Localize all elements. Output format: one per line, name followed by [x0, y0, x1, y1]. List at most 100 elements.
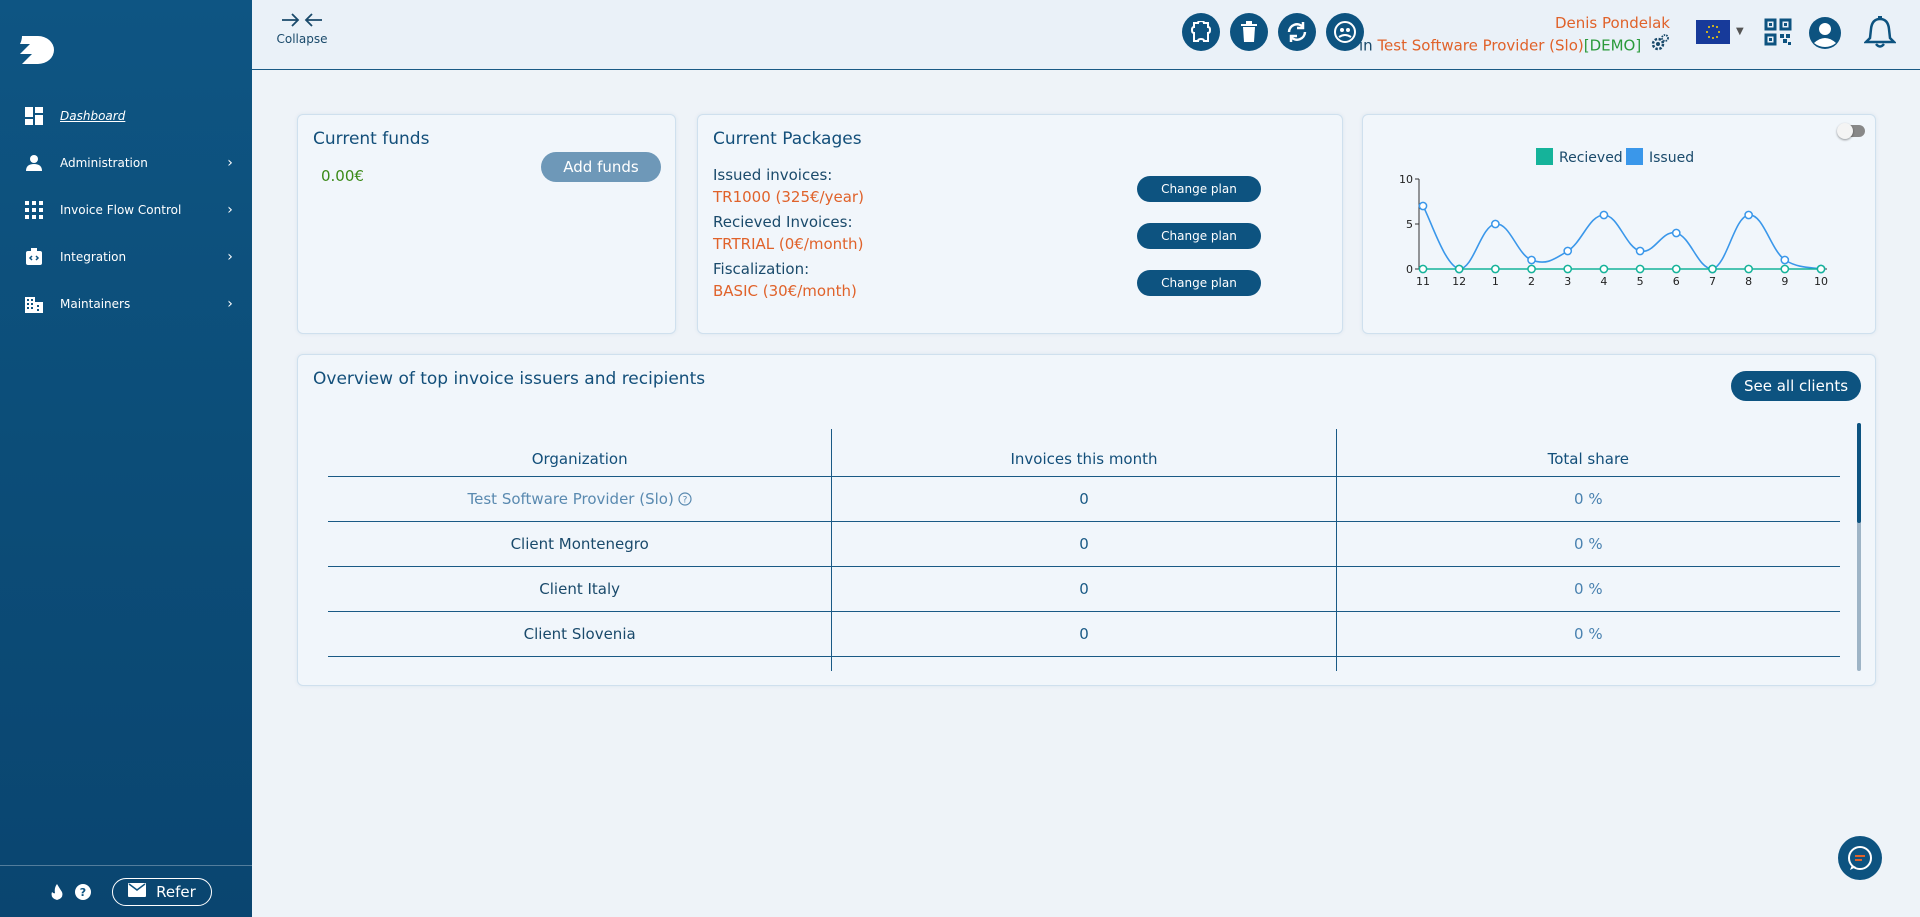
qr-code-icon[interactable] [1764, 18, 1792, 50]
sync-icon[interactable] [1278, 13, 1316, 51]
package-value-fiscalization: BASIC (30€/month) [713, 282, 857, 300]
table-row[interactable]: Client Montenegro 0 0 % [328, 522, 1840, 567]
table-row[interactable]: Client Italy 0 0 % [328, 567, 1840, 612]
sidebar-item-label: Invoice Flow Control [60, 202, 182, 217]
notification-bell-icon[interactable] [1862, 16, 1898, 54]
mail-icon [128, 882, 147, 901]
sidebar-item-maintainers[interactable]: Maintainers › [0, 280, 252, 327]
sidebar-item-integration[interactable]: Integration › [0, 233, 252, 280]
change-plan-button-fiscalization[interactable]: Change plan [1137, 270, 1261, 296]
org-prefix: in [1358, 36, 1373, 55]
table-scrollbar[interactable] [1857, 423, 1861, 671]
data-point-recieved [1708, 264, 1717, 274]
invoices-cell: 0 [832, 522, 1337, 566]
collapse-button[interactable]: Collapse [272, 10, 332, 46]
data-point-issued [1491, 219, 1500, 229]
top-clients-table: Organization Invoices this month Total s… [328, 429, 1840, 671]
x-tick-label: 12 [1452, 275, 1466, 288]
grid-icon [24, 200, 44, 220]
data-point-recieved [1491, 264, 1500, 274]
package-label-issued: Issued invoices: [713, 166, 833, 184]
add-funds-button[interactable]: Add funds [541, 152, 661, 182]
invoices-cell: 0 [832, 477, 1337, 521]
data-point-recieved [1563, 264, 1573, 274]
chevron-down-icon[interactable]: ▼ [1736, 26, 1744, 37]
building-icon [24, 294, 44, 314]
package-label-fiscalization: Fiscalization: [713, 260, 810, 278]
org-cell: Client Montenegro [328, 522, 833, 566]
current-packages-card: Current Packages Issued invoices: TR1000… [697, 114, 1343, 334]
column-header-invoices[interactable]: Invoices this month [832, 429, 1337, 476]
organization-name[interactable]: Test Software Provider (Slo) [1377, 37, 1583, 55]
x-tick-label: 7 [1709, 275, 1716, 288]
organization-line: in Test Software Provider (Slo)[DEMO] [1359, 34, 1670, 58]
data-point-issued [1744, 210, 1753, 220]
sidebar-item-administration[interactable]: Administration › [0, 139, 252, 186]
dashboard-icon [24, 106, 44, 126]
puzzle-icon[interactable] [1182, 13, 1220, 51]
settings-gear-icon[interactable] [1650, 34, 1670, 58]
packages-title: Current Packages [713, 129, 862, 149]
sidebar-item-dashboard[interactable]: Dashboard [0, 92, 252, 139]
org-cell: Test Software Provider (Slo) ? [328, 477, 833, 521]
eu-flag-icon[interactable] [1696, 20, 1730, 44]
help-icon[interactable]: ? [74, 883, 92, 901]
sidebar-item-label: Maintainers [60, 296, 131, 311]
sidebar-item-label: Administration [60, 155, 148, 170]
chat-button[interactable] [1838, 836, 1882, 880]
integration-icon [24, 247, 44, 267]
invoice-line-chart: Recieved Issued051011 12 1 2 3 4 5 6 7 8 9 10 [1399, 148, 1828, 288]
data-point-issued [1527, 255, 1536, 265]
invoices-cell: 0 [832, 567, 1337, 611]
stub-cell [1337, 657, 1840, 671]
package-label-received: Recieved Invoices: [713, 213, 853, 231]
collapse-arrows-icon [282, 13, 322, 27]
collapse-label: Collapse [276, 32, 328, 46]
current-funds-card: Current funds 0.00€ Add funds [297, 114, 676, 334]
funds-title: Current funds [313, 129, 430, 149]
legend-swatch [1626, 148, 1643, 165]
legend-swatch [1536, 148, 1553, 165]
legend-label: Issued [1649, 150, 1694, 166]
table-row[interactable]: Test Software Provider (Slo) ? 0 0 % [328, 477, 1840, 522]
data-point-issued [1671, 228, 1681, 238]
stub-cell [832, 657, 1337, 671]
invoices-cell: 0 [832, 612, 1337, 656]
user-name[interactable]: Denis Pondelak [1359, 12, 1670, 34]
sidebar-nav: Dashboard Administration › Invoice Flow … [0, 92, 252, 327]
trash-icon[interactable] [1230, 13, 1268, 51]
top-bar: Collapse Denis Pondelak in Test Software… [252, 0, 1920, 70]
table-header-row: Organization Invoices this month Total s… [328, 429, 1840, 477]
table-row[interactable]: Client Slovenia 0 0 % [328, 612, 1840, 657]
data-point-issued [1780, 255, 1790, 265]
stub-cell [328, 657, 833, 671]
change-plan-button-received[interactable]: Change plan [1137, 223, 1261, 249]
share-cell: 0 % [1574, 535, 1603, 553]
data-point-recieved [1454, 264, 1464, 274]
sidebar-footer: ? Refer [0, 865, 252, 917]
invoice-chart-card: Recieved Issued 0 5 10 11 12 1 2 3 4 5 6 7 8 9 10 [1362, 114, 1876, 334]
profile-icon[interactable] [1808, 16, 1842, 54]
toolbar-icons [1182, 13, 1364, 51]
change-plan-button-issued[interactable]: Change plan [1137, 176, 1261, 202]
svg-text:?: ? [80, 886, 86, 899]
overview-title: Overview of top invoice issuers and reci… [313, 369, 706, 389]
sidebar-item-invoice-flow-control[interactable]: Invoice Flow Control › [0, 186, 252, 233]
y-tick-label: 0 [1406, 263, 1413, 276]
sidebar-item-label: Integration [60, 249, 127, 264]
flame-icon[interactable] [48, 883, 66, 901]
sidebar: Dashboard Administration › Invoice Flow … [0, 0, 252, 917]
chat-bubble-icon [1848, 846, 1872, 870]
see-all-clients-button[interactable]: See all clients [1731, 371, 1861, 401]
data-point-recieved [1671, 264, 1681, 274]
share-cell: 0 % [1574, 625, 1603, 643]
x-tick-label: 9 [1781, 275, 1788, 288]
column-header-organization[interactable]: Organization [328, 429, 833, 476]
help-circle-icon[interactable]: ? [678, 492, 692, 506]
refer-button[interactable]: Refer [112, 877, 212, 906]
column-header-share[interactable]: Total share [1337, 429, 1840, 476]
share-cell: 0 % [1574, 490, 1603, 508]
app-logo[interactable] [18, 32, 58, 68]
chevron-right-icon: › [227, 154, 233, 171]
legend-label: Recieved [1559, 150, 1623, 166]
